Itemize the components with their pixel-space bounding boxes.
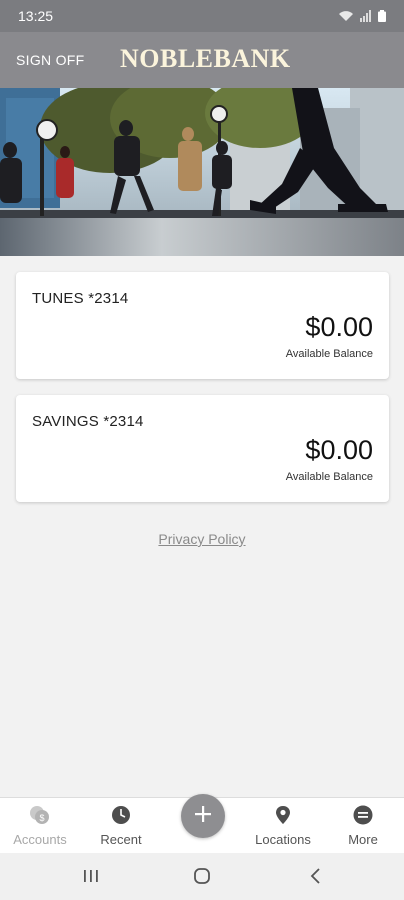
home-icon[interactable] <box>193 867 211 890</box>
nav-recent-label: Recent <box>100 832 142 847</box>
back-icon[interactable] <box>309 867 323 890</box>
account-balance: $0.00 <box>305 312 373 342</box>
nav-accounts[interactable]: $ Accounts <box>0 798 80 854</box>
recent-apps-icon[interactable] <box>82 869 100 888</box>
nav-more-label: More <box>348 832 378 847</box>
sign-off-button[interactable]: SIGN OFF <box>16 52 85 68</box>
app-header: SIGN OFF NOBLEBANK <box>0 32 404 88</box>
status-icons <box>338 10 386 22</box>
status-time: 13:25 <box>18 8 54 24</box>
nav-locations-label: Locations <box>255 832 311 847</box>
nav-more[interactable]: More <box>323 798 403 854</box>
signal-icon <box>360 10 372 22</box>
account-card-savings[interactable]: SAVINGS *2314 $0.00 Available Balance <box>16 395 389 502</box>
nav-recent[interactable]: Recent <box>81 798 161 854</box>
accounts-icon: $ <box>29 804 51 826</box>
add-button[interactable] <box>181 794 225 838</box>
more-icon <box>352 804 374 826</box>
status-bar: 13:25 <box>0 0 404 32</box>
account-balance: $0.00 <box>305 435 373 465</box>
wifi-icon <box>338 10 354 22</box>
brand-logo: NOBLEBANK <box>120 44 291 73</box>
nav-accounts-label: Accounts <box>13 832 67 847</box>
account-name: SAVINGS *2314 <box>32 413 144 430</box>
privacy-policy-container: Privacy Policy <box>0 531 404 547</box>
balance-label: Available Balance <box>285 471 373 483</box>
clock-icon <box>110 804 132 826</box>
plus-icon <box>193 804 213 829</box>
account-name: TUNES *2314 <box>32 290 129 307</box>
hero-banner-image <box>0 88 404 256</box>
location-pin-icon <box>272 804 294 826</box>
privacy-policy-link[interactable]: Privacy Policy <box>158 531 245 547</box>
balance-label: Available Balance <box>285 348 373 360</box>
battery-icon <box>378 10 386 22</box>
account-card-tunes[interactable]: TUNES *2314 $0.00 Available Balance <box>16 272 389 379</box>
nav-locations[interactable]: Locations <box>243 798 323 854</box>
svg-text:$: $ <box>39 813 44 823</box>
system-nav-bar <box>0 853 404 900</box>
